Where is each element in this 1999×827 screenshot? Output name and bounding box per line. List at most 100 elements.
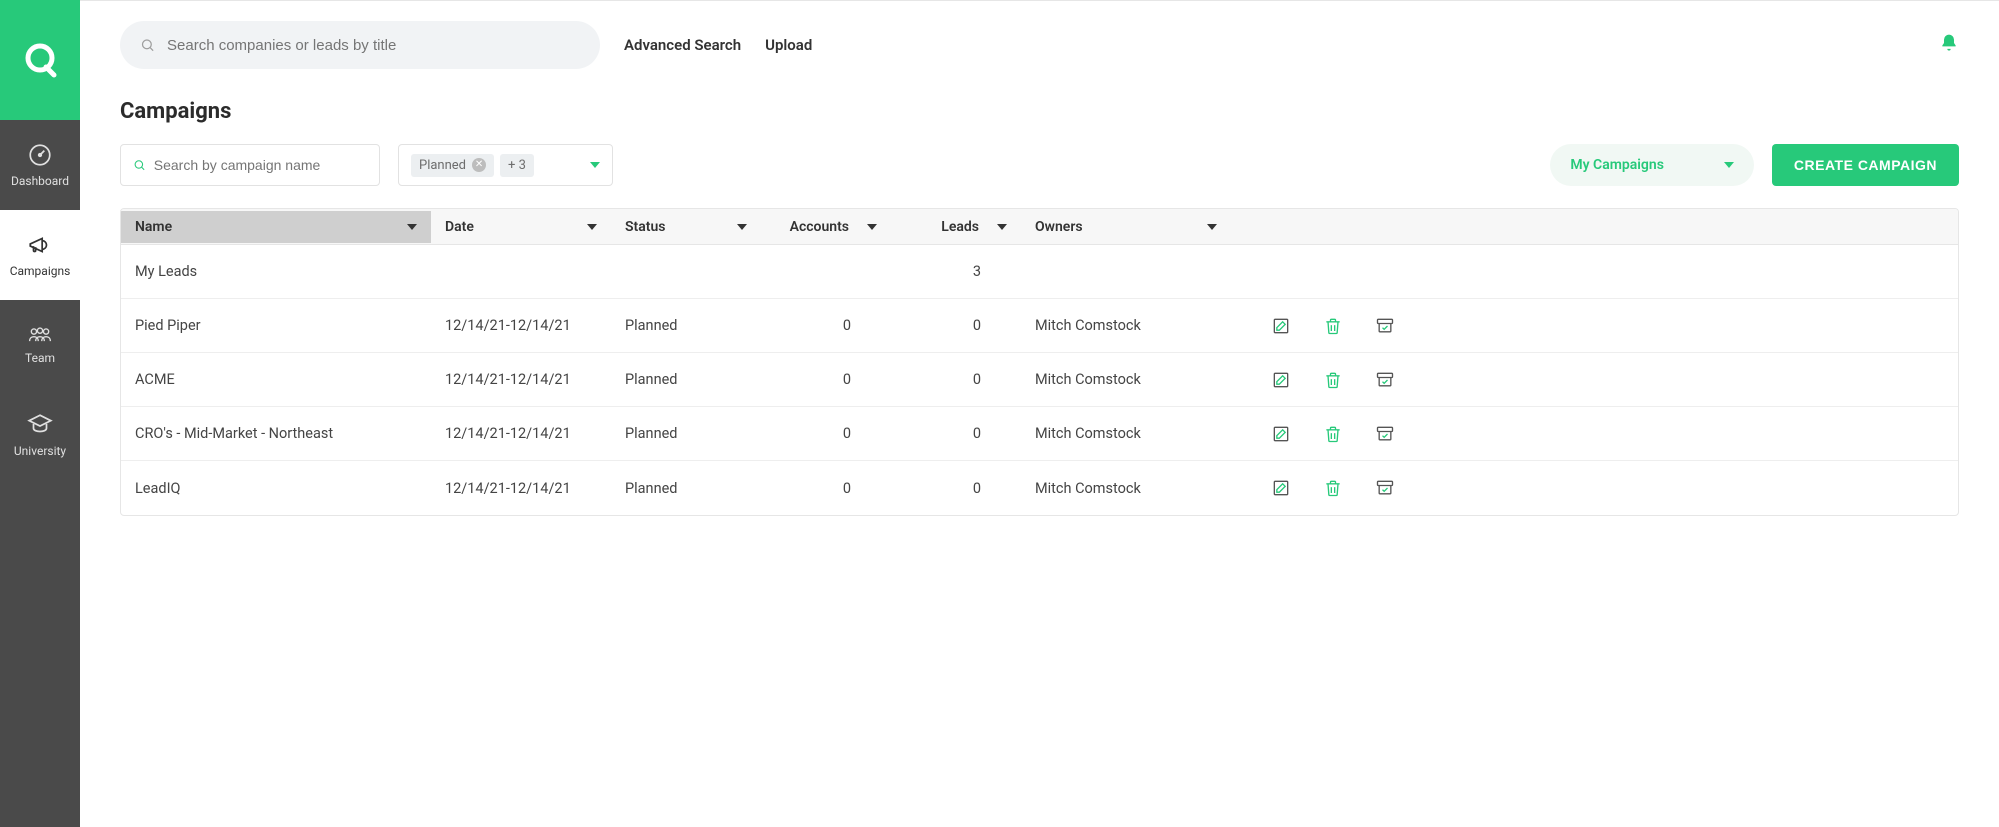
edit-icon [1271,370,1291,390]
edit-button[interactable] [1271,316,1291,336]
column-leads[interactable]: Leads [891,211,1021,243]
remove-chip-icon[interactable]: ✕ [472,158,486,172]
cell-name: My Leads [121,249,431,294]
cell-actions [1231,356,1958,404]
status-filter[interactable]: Planned ✕ + 3 [398,144,613,186]
campaign-name-input[interactable] [154,157,367,173]
edit-button[interactable] [1271,478,1291,498]
delete-button[interactable] [1323,370,1343,390]
table-row[interactable]: My Leads 3 [121,245,1958,299]
column-name[interactable]: Name [121,211,431,243]
cell-actions [1231,302,1958,350]
cell-status: Planned [611,411,761,456]
cell-accounts [761,258,891,286]
table-row[interactable]: LeadIQ12/14/21-12/14/21Planned00Mitch Co… [121,461,1958,515]
logo[interactable] [0,0,80,120]
archive-icon [1375,478,1395,498]
filter-row: Planned ✕ + 3 My Campaigns CREATE CAMPAI… [120,144,1959,186]
cell-status [611,258,761,286]
campaigns-table: Name Date Status Accounts [120,208,1959,516]
bell-icon [1939,32,1959,54]
trash-icon [1323,424,1343,444]
edit-icon [1271,424,1291,444]
column-actions [1231,219,1958,235]
edit-button[interactable] [1271,370,1291,390]
cell-leads: 0 [891,466,1021,511]
archive-icon [1375,424,1395,444]
graduation-icon [27,412,53,438]
cell-accounts: 0 [761,411,891,456]
sidebar-item-label: University [14,444,66,458]
sidebar-item-dashboard[interactable]: Dashboard [0,120,80,210]
table-row[interactable]: Pied Piper12/14/21-12/14/21Planned00Mitc… [121,299,1958,353]
delete-button[interactable] [1323,424,1343,444]
upload-link[interactable]: Upload [765,36,812,54]
archive-button[interactable] [1375,316,1395,336]
archive-button[interactable] [1375,478,1395,498]
column-owners[interactable]: Owners [1021,211,1231,243]
cell-accounts: 0 [761,466,891,511]
table-row[interactable]: ACME12/14/21-12/14/21Planned00Mitch Coms… [121,353,1958,407]
global-search-input[interactable] [167,37,580,54]
advanced-search-link[interactable]: Advanced Search [624,36,741,54]
column-date[interactable]: Date [431,211,611,243]
sort-icon [997,224,1007,230]
trash-icon [1323,478,1343,498]
brand-logo-icon [20,40,60,80]
status-more-chip[interactable]: + 3 [500,154,534,177]
sort-icon [867,224,877,230]
cell-name: ACME [121,357,431,402]
column-status[interactable]: Status [611,211,761,243]
cell-owners: Mitch Comstock [1021,411,1231,456]
table-row[interactable]: CRO's - Mid-Market - Northeast12/14/21-1… [121,407,1958,461]
cell-owners: Mitch Comstock [1021,466,1231,511]
topbar: Advanced Search Upload [80,1,1999,89]
archive-button[interactable] [1375,370,1395,390]
sidebar-item-campaigns[interactable]: Campaigns [0,210,80,300]
table-header: Name Date Status Accounts [121,209,1958,245]
trash-icon [1323,316,1343,336]
chevron-down-icon [590,162,600,168]
cell-status: Planned [611,357,761,402]
cell-owners: Mitch Comstock [1021,357,1231,402]
status-chip[interactable]: Planned ✕ [411,154,494,177]
megaphone-icon [27,232,53,258]
cell-status: Planned [611,303,761,348]
sidebar-item-team[interactable]: Team [0,300,80,390]
cell-owners: Mitch Comstock [1021,303,1231,348]
team-icon [27,325,53,345]
sidebar-item-label: Dashboard [11,174,69,188]
status-more-label: + 3 [508,158,526,173]
delete-button[interactable] [1323,316,1343,336]
campaign-name-filter[interactable] [120,144,380,186]
gauge-icon [27,142,53,168]
search-icon [133,158,146,172]
trash-icon [1323,370,1343,390]
cell-accounts: 0 [761,303,891,348]
notifications-button[interactable] [1939,32,1959,58]
cell-date: 12/14/21-12/14/21 [431,466,611,511]
archive-icon [1375,316,1395,336]
cell-name: CRO's - Mid-Market - Northeast [121,411,431,456]
global-search[interactable] [120,21,600,69]
delete-button[interactable] [1323,478,1343,498]
page-title: Campaigns [120,99,1959,124]
edit-icon [1271,478,1291,498]
column-accounts[interactable]: Accounts [761,211,891,243]
edit-button[interactable] [1271,424,1291,444]
create-campaign-button[interactable]: CREATE CAMPAIGN [1772,144,1959,186]
scope-dropdown[interactable]: My Campaigns [1550,144,1754,186]
cell-name: LeadIQ [121,466,431,511]
main: Advanced Search Upload Campaigns [80,0,1999,827]
sidebar-item-label: Campaigns [10,264,71,278]
chevron-down-icon [1724,162,1734,168]
edit-icon [1271,316,1291,336]
search-icon [140,37,155,53]
archive-icon [1375,370,1395,390]
cell-date [431,258,611,286]
sidebar-item-university[interactable]: University [0,390,80,480]
cell-leads: 3 [891,249,1021,294]
archive-button[interactable] [1375,424,1395,444]
cell-date: 12/14/21-12/14/21 [431,357,611,402]
cell-actions [1231,410,1958,458]
